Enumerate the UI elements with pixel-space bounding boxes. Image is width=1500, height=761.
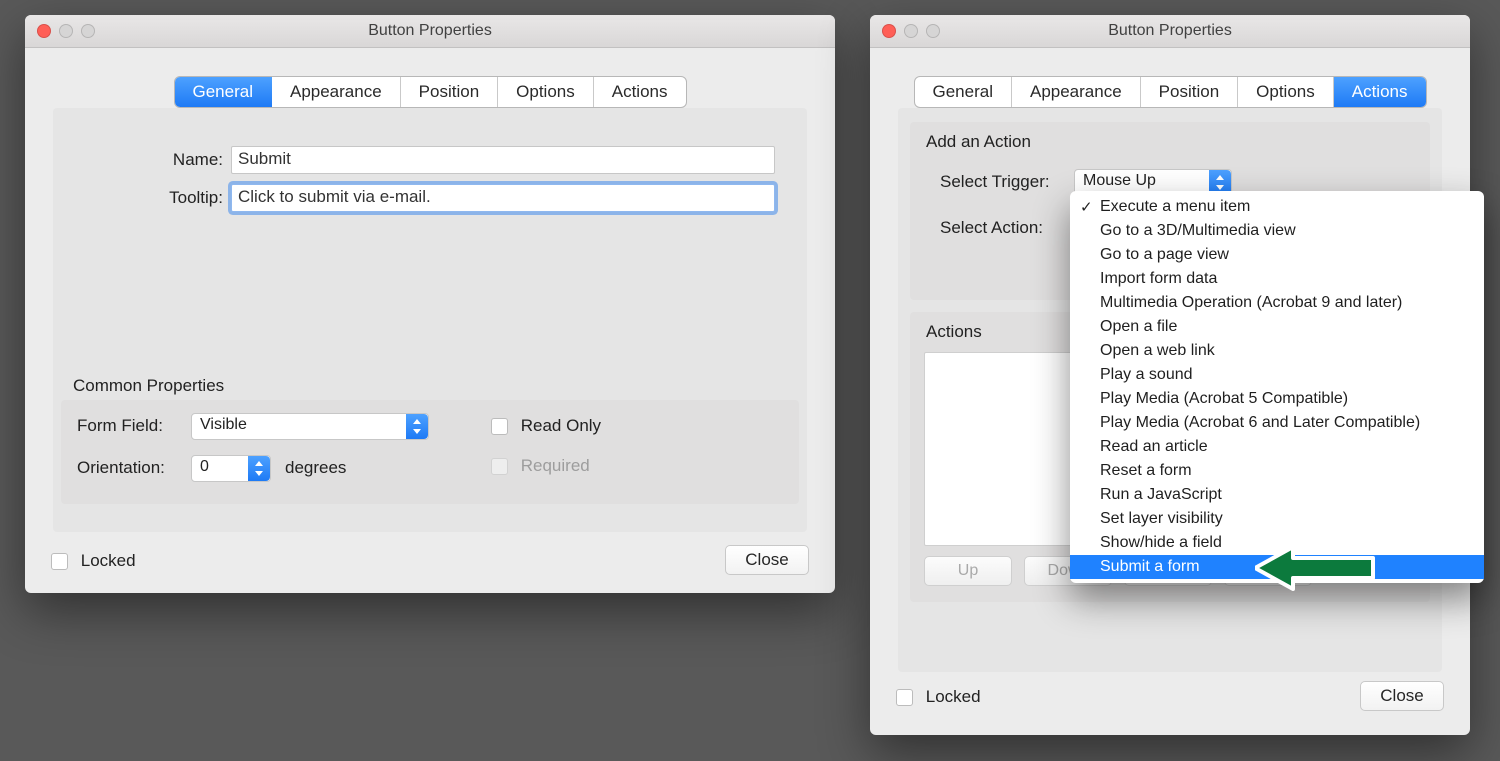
action-option[interactable]: Import form data xyxy=(1070,267,1484,291)
read-only-checkbox[interactable] xyxy=(491,418,508,435)
tooltip-input[interactable]: Click to submit via e-mail. xyxy=(231,184,775,212)
window-title: Button Properties xyxy=(25,22,835,40)
tab-position[interactable]: Position xyxy=(401,77,498,107)
action-option[interactable]: Go to a 3D/Multimedia view xyxy=(1070,219,1484,243)
close-window-icon[interactable] xyxy=(37,24,51,38)
locked-checkbox[interactable] xyxy=(896,689,913,706)
tab-general[interactable]: General xyxy=(915,77,1012,107)
tooltip-label: Tooltip: xyxy=(53,188,231,208)
form-field-label: Form Field: xyxy=(77,416,163,436)
tab-options[interactable]: Options xyxy=(498,77,594,107)
tabs: GeneralAppearancePositionOptionsActions xyxy=(914,76,1427,108)
minimize-window-icon xyxy=(59,24,73,38)
tab-appearance[interactable]: Appearance xyxy=(272,77,401,107)
select-action-dropdown[interactable]: Execute a menu itemGo to a 3D/Multimedia… xyxy=(1070,191,1484,583)
common-properties-heading: Common Properties xyxy=(73,376,224,396)
tab-actions[interactable]: Actions xyxy=(1334,77,1426,107)
action-option[interactable]: Open a file xyxy=(1070,315,1484,339)
read-only-label: Read Only xyxy=(521,416,601,435)
close-button[interactable]: Close xyxy=(1360,681,1444,711)
action-option[interactable]: Open a web link xyxy=(1070,339,1484,363)
action-option[interactable]: Submit a form xyxy=(1070,555,1484,579)
action-option[interactable]: Multimedia Operation (Acrobat 9 and late… xyxy=(1070,291,1484,315)
tabs: GeneralAppearancePositionOptionsActions xyxy=(174,76,687,108)
tab-actions[interactable]: Actions xyxy=(594,77,686,107)
name-label: Name: xyxy=(53,150,231,170)
action-option[interactable]: Reset a form xyxy=(1070,459,1484,483)
select-trigger-label: Select Trigger: xyxy=(940,172,1050,192)
add-action-heading: Add an Action xyxy=(926,132,1031,152)
action-option[interactable]: Show/hide a field xyxy=(1070,531,1484,555)
form-field-select[interactable]: Visible xyxy=(191,413,429,440)
tab-position[interactable]: Position xyxy=(1141,77,1238,107)
locked-label: Locked xyxy=(926,687,981,706)
orientation-label: Orientation: xyxy=(77,458,165,478)
chevron-up-down-icon xyxy=(248,456,270,481)
titlebar: Button Properties xyxy=(25,15,835,48)
locked-label: Locked xyxy=(81,551,136,570)
action-option[interactable]: Execute a menu item xyxy=(1070,195,1484,219)
chevron-up-down-icon xyxy=(406,414,428,439)
name-input[interactable]: Submit xyxy=(231,146,775,174)
form-field-value: Visible xyxy=(200,416,247,433)
tab-general[interactable]: General xyxy=(175,77,272,107)
tab-options[interactable]: Options xyxy=(1238,77,1334,107)
orientation-value: 0 xyxy=(200,458,209,475)
minimize-window-icon xyxy=(904,24,918,38)
action-option[interactable]: Play Media (Acrobat 6 and Later Compatib… xyxy=(1070,411,1484,435)
close-button[interactable]: Close xyxy=(725,545,809,575)
action-option[interactable]: Read an article xyxy=(1070,435,1484,459)
action-option[interactable]: Run a JavaScript xyxy=(1070,483,1484,507)
action-option[interactable]: Go to a page view xyxy=(1070,243,1484,267)
required-checkbox xyxy=(491,458,508,475)
maximize-window-icon xyxy=(926,24,940,38)
select-action-label: Select Action: xyxy=(940,218,1043,238)
required-label: Required xyxy=(521,456,590,475)
close-window-icon[interactable] xyxy=(882,24,896,38)
tab-appearance[interactable]: Appearance xyxy=(1012,77,1141,107)
button-properties-window-general: Button Properties GeneralAppearancePosit… xyxy=(25,15,835,593)
action-option[interactable]: Play a sound xyxy=(1070,363,1484,387)
locked-checkbox[interactable] xyxy=(51,553,68,570)
action-option[interactable]: Set layer visibility xyxy=(1070,507,1484,531)
maximize-window-icon xyxy=(81,24,95,38)
common-properties-box: Form Field: Visible Orientation: 0 degre… xyxy=(61,400,799,504)
up-button[interactable]: Up xyxy=(924,556,1012,586)
window-title: Button Properties xyxy=(870,22,1470,40)
orientation-select[interactable]: 0 xyxy=(191,455,271,482)
action-option[interactable]: Play Media (Acrobat 5 Compatible) xyxy=(1070,387,1484,411)
actions-heading: Actions xyxy=(926,322,982,342)
general-panel: Name: Submit Tooltip: Click to submit vi… xyxy=(53,108,807,532)
select-trigger-value: Mouse Up xyxy=(1083,172,1156,189)
titlebar: Button Properties xyxy=(870,15,1470,48)
degrees-label: degrees xyxy=(285,458,346,478)
